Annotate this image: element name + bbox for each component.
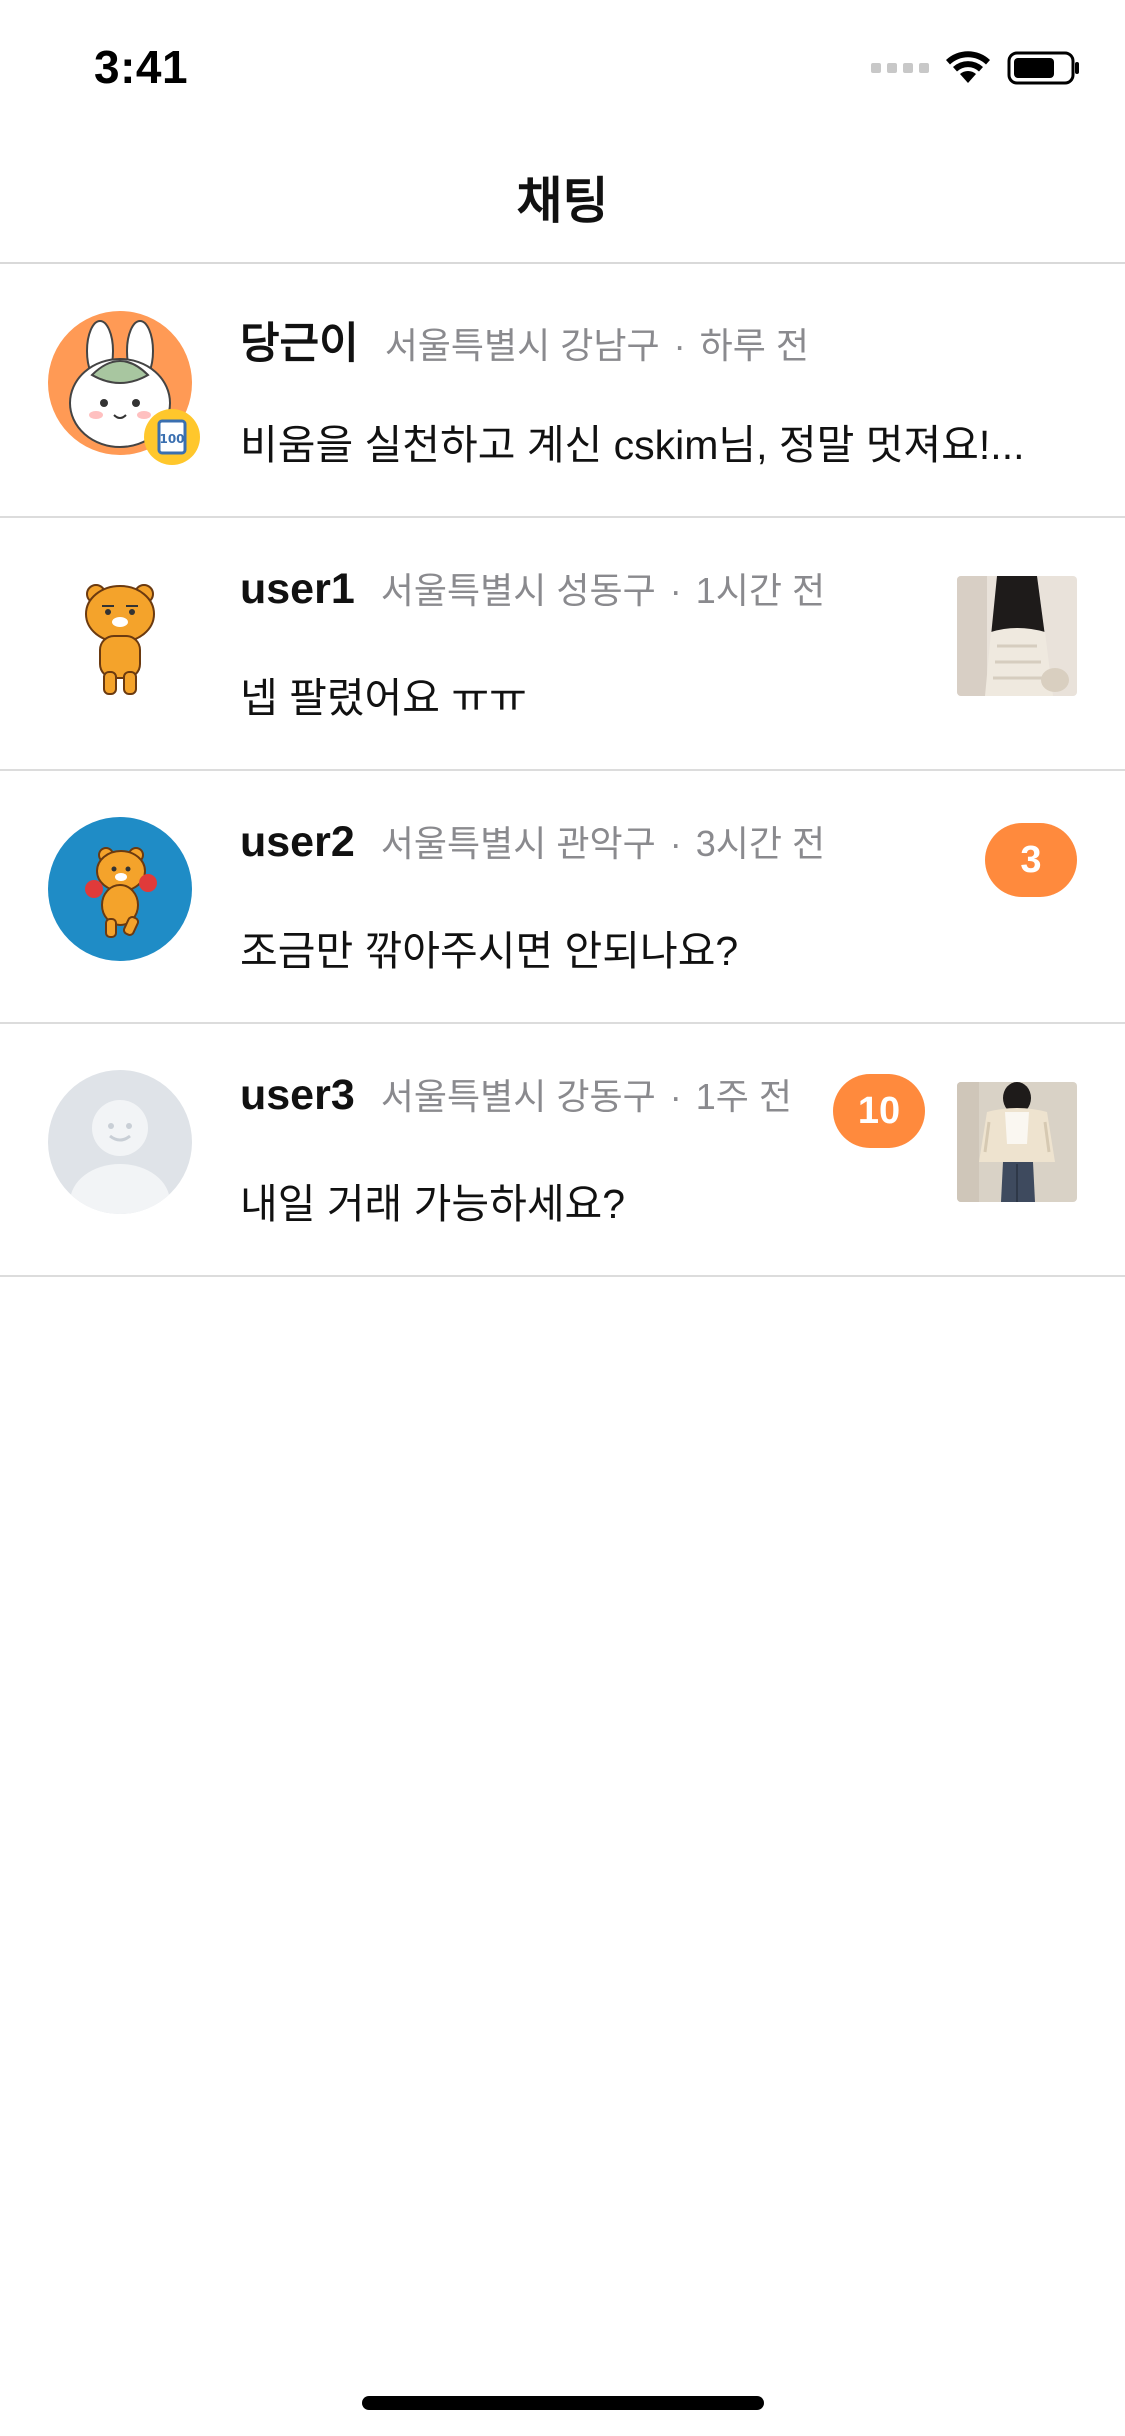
separator: ·: [669, 823, 682, 864]
chat-row[interactable]: user3 서울특별시 강동구 · 1주 전 내일 거래 가능하세요? 10: [0, 1024, 1125, 1277]
nav-bar: 채팅: [0, 132, 1125, 264]
chat-time: 3시간 전: [695, 823, 826, 864]
bunny-avatar-icon: 100: [48, 311, 200, 465]
home-indicator[interactable]: [362, 2396, 764, 2410]
svg-text:100: 100: [159, 432, 184, 446]
wifi-icon: [946, 51, 990, 83]
status-icons: [871, 48, 1081, 88]
status-bar: 3:41: [0, 0, 1125, 132]
chat-time: 1시간 전: [695, 570, 826, 611]
chat-name: user3: [240, 1071, 355, 1119]
chat-time: 하루 전: [699, 325, 810, 366]
chat-row[interactable]: user1 서울특별시 성동구 · 1시간 전 넵 팔렸어요 ㅠㅠ: [0, 518, 1125, 771]
chat-location: 서울특별시 강남구: [384, 325, 660, 366]
chat-row[interactable]: user2 서울특별시 관악구 · 3시간 전 조금만 깎아주시면 안되나요? …: [0, 771, 1125, 1024]
chat-message: 조금만 깎아주시면 안되나요?: [240, 928, 739, 974]
chat-message: 넵 팔렸어요 ㅠㅠ: [240, 675, 527, 721]
chat-message: 내일 거래 가능하세요?: [240, 1181, 626, 1227]
battery-icon: [1007, 51, 1079, 85]
default-person-avatar-icon: [48, 1070, 192, 1214]
separator: ·: [669, 570, 682, 611]
chat-time: 1주 전: [695, 1076, 792, 1117]
chat-header: user1 서울특별시 성동구 · 1시간 전: [240, 562, 825, 614]
status-time: 3:41: [94, 41, 189, 93]
unread-badge: 3: [985, 823, 1077, 897]
separator: ·: [673, 325, 686, 366]
chat-name: 당근이: [240, 320, 359, 368]
badge-100-icon: 100: [144, 409, 200, 465]
product-thumbnail[interactable]: [957, 1082, 1077, 1202]
signal-icon: [871, 63, 929, 73]
chat-location: 서울특별시 강동구: [380, 1076, 656, 1117]
chat-header: 당근이 서울특별시 강남구 · 하루 전: [240, 309, 809, 371]
chat-name: user2: [240, 818, 355, 866]
page-title: 채팅: [516, 173, 609, 229]
chat-location: 서울특별시 관악구: [380, 823, 656, 864]
chat-header: user2 서울특별시 관악구 · 3시간 전: [240, 815, 825, 867]
chat-message: 비움을 실천하고 계신 cskim님, 정말 멋져요!...: [240, 422, 1025, 468]
bear-boxing-avatar-icon: [48, 817, 192, 961]
unread-badge: 10: [833, 1074, 925, 1148]
chat-header: user3 서울특별시 강동구 · 1주 전: [240, 1068, 792, 1120]
chat-name: user1: [240, 565, 355, 613]
chat-list: 100 당근이 서울특별시 강남구 · 하루 전 비움을 실천하고 계신 csk…: [0, 265, 1125, 1277]
bear-avatar-icon: [48, 564, 192, 708]
chat-row[interactable]: 100 당근이 서울특별시 강남구 · 하루 전 비움을 실천하고 계신 csk…: [0, 265, 1125, 518]
chat-location: 서울특별시 성동구: [380, 570, 656, 611]
separator: ·: [669, 1076, 682, 1117]
product-thumbnail[interactable]: [957, 576, 1077, 696]
